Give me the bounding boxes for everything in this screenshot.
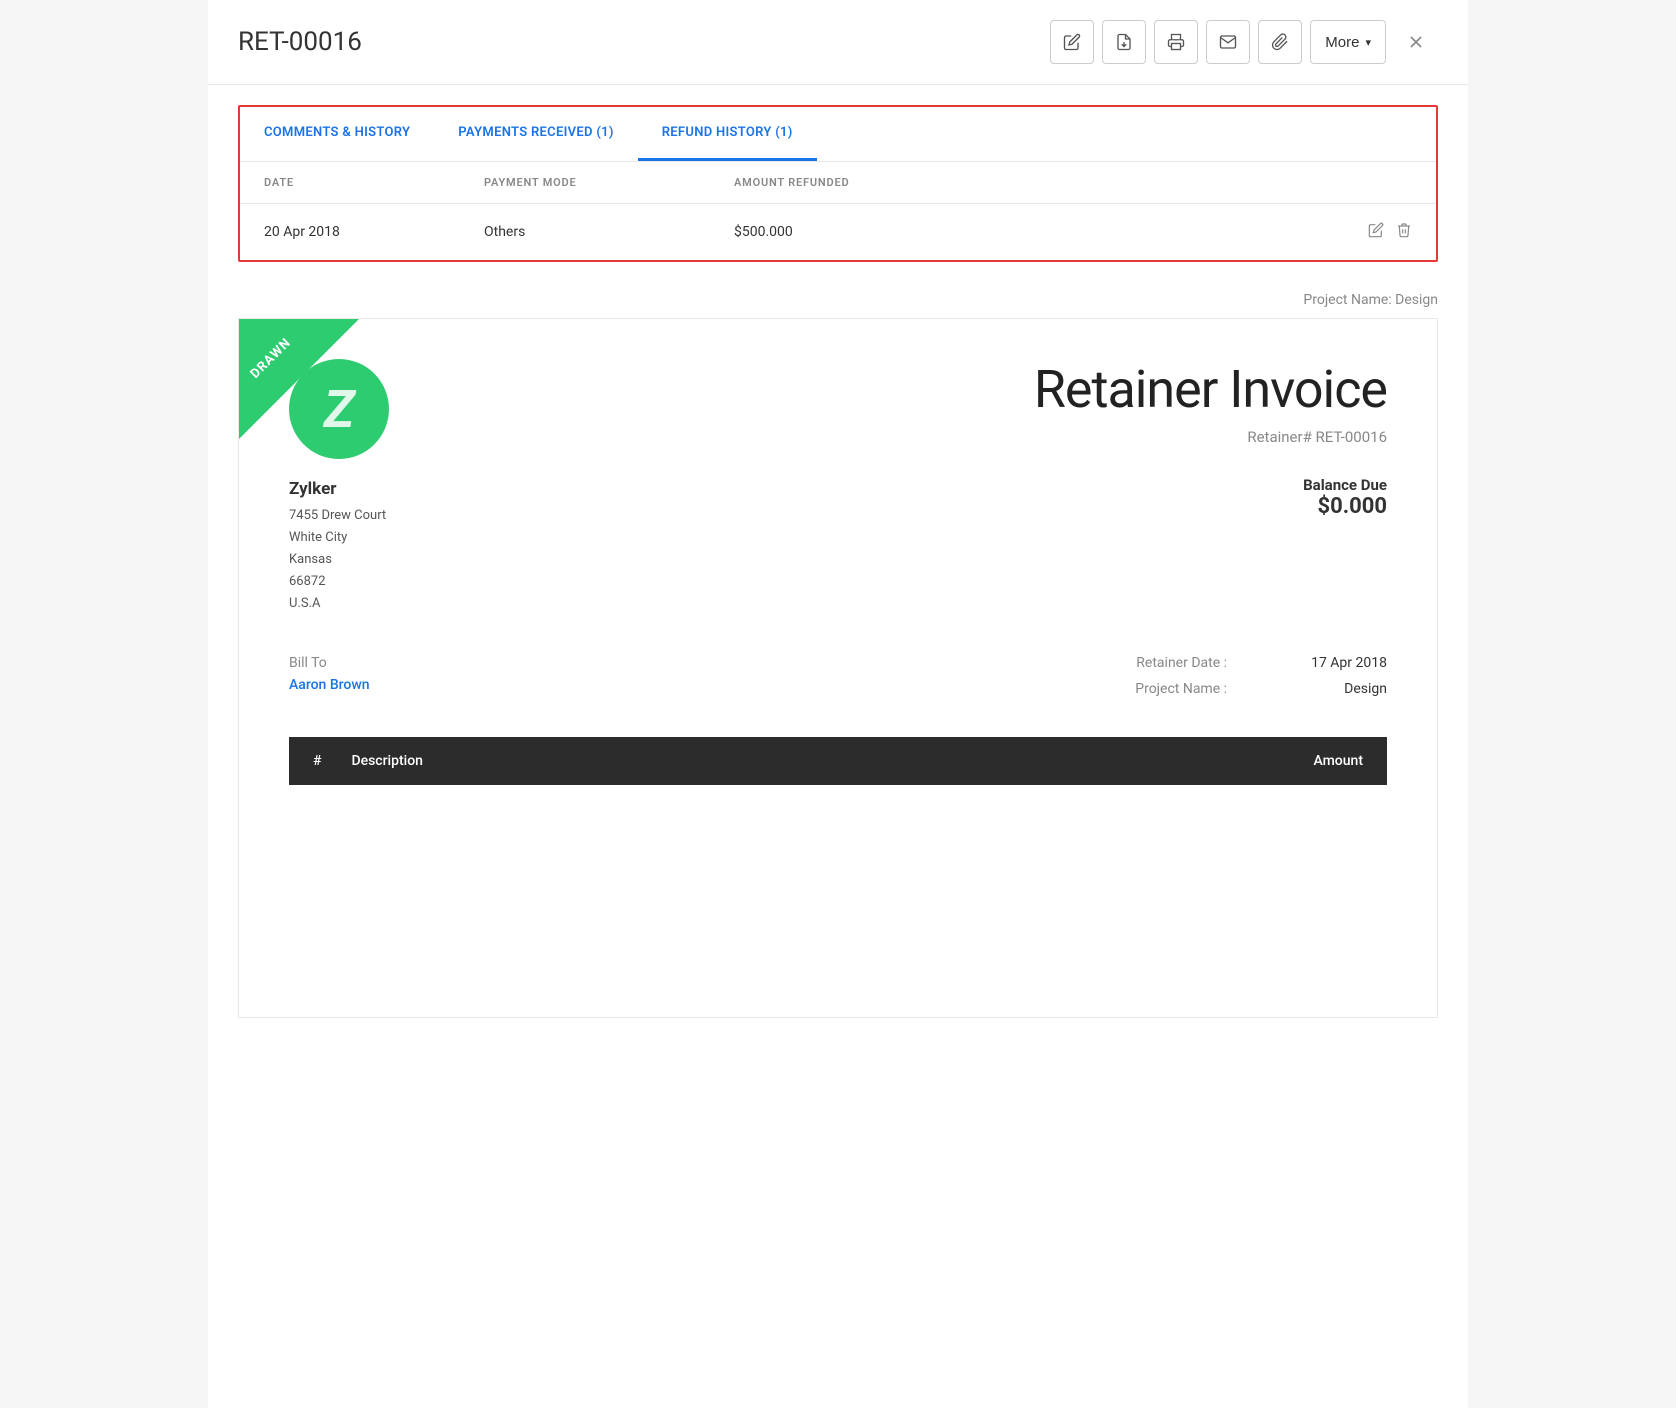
more-label: More xyxy=(1325,34,1359,51)
col-actions xyxy=(1034,176,1412,189)
invoice-meta: Retainer Date : 17 Apr 2018 Project Name… xyxy=(1135,655,1387,707)
table-description: Description xyxy=(351,753,423,769)
col-amount-refunded: AMOUNT REFUNDED xyxy=(734,176,1034,189)
project-name-label: Project Name : xyxy=(1135,681,1227,697)
invoice-table-header: # Description Amount xyxy=(289,737,1387,785)
page-header: RET-00016 xyxy=(208,0,1468,85)
invoice-area: Project Name: Design Drawn Z Zylker 7455… xyxy=(238,292,1438,1018)
invoice-main-title: Retainer Invoice xyxy=(1034,359,1387,420)
col-payment-mode: PAYMENT MODE xyxy=(484,176,734,189)
tab-comments[interactable]: COMMENTS & HISTORY xyxy=(240,107,434,161)
close-button[interactable] xyxy=(1394,20,1438,64)
bill-info-section: Bill To Aaron Brown Retainer Date : 17 A… xyxy=(289,655,1387,707)
invoice-document: Drawn Z Zylker 7455 Drew Court White Cit… xyxy=(238,318,1438,1018)
cell-payment-mode: Others xyxy=(484,224,734,240)
invoice-header: Z Zylker 7455 Drew Court White City Kans… xyxy=(289,359,1387,615)
retainer-number: Retainer# RET-00016 xyxy=(1034,428,1387,446)
table-row: 20 Apr 2018 Others $500.000 xyxy=(240,204,1436,260)
cell-date: 20 Apr 2018 xyxy=(264,224,484,240)
meta-row-project: Project Name : Design xyxy=(1135,681,1387,697)
print-button[interactable] xyxy=(1154,20,1198,64)
balance-due-amount: $0.000 xyxy=(1034,494,1387,519)
bill-to-name[interactable]: Aaron Brown xyxy=(289,677,370,693)
col-date: DATE xyxy=(264,176,484,189)
address-line5: U.S.A xyxy=(289,593,386,615)
balance-due-label: Balance Due xyxy=(1034,476,1387,494)
page-title: RET-00016 xyxy=(238,27,362,57)
balance-section: Balance Due $0.000 xyxy=(1034,476,1387,519)
address-line4: 66872 xyxy=(289,571,386,593)
tab-refund[interactable]: REFUND HISTORY (1) xyxy=(638,107,817,161)
download-button[interactable] xyxy=(1102,20,1146,64)
delete-row-icon[interactable] xyxy=(1396,222,1412,242)
refund-table-header: DATE PAYMENT MODE AMOUNT REFUNDED xyxy=(240,162,1436,204)
ribbon-corner: Drawn xyxy=(239,319,359,439)
tabs-section: COMMENTS & HISTORY PAYMENTS RECEIVED (1)… xyxy=(238,105,1438,262)
table-amount: Amount xyxy=(1313,753,1363,769)
attach-button[interactable] xyxy=(1258,20,1302,64)
address-line2: White City xyxy=(289,527,386,549)
tab-payments[interactable]: PAYMENTS RECEIVED (1) xyxy=(434,107,637,161)
chevron-down-icon: ▾ xyxy=(1365,36,1371,49)
project-name-value: Design xyxy=(1267,681,1387,697)
more-button[interactable]: More ▾ xyxy=(1310,20,1386,64)
company-address: 7455 Drew Court White City Kansas 66872 … xyxy=(289,505,386,615)
ribbon-text: Drawn xyxy=(239,319,312,399)
edit-row-icon[interactable] xyxy=(1368,222,1384,242)
retainer-date-label: Retainer Date : xyxy=(1136,655,1227,671)
address-line3: Kansas xyxy=(289,549,386,571)
address-line1: 7455 Drew Court xyxy=(289,505,386,527)
bill-to-section: Bill To Aaron Brown xyxy=(289,655,370,707)
tabs-row: COMMENTS & HISTORY PAYMENTS RECEIVED (1)… xyxy=(240,107,1436,162)
retainer-date-value: 17 Apr 2018 xyxy=(1267,655,1387,671)
cell-amount-refunded: $500.000 xyxy=(734,224,1034,240)
project-name-line: Project Name: Design xyxy=(238,292,1438,308)
header-actions: More ▾ xyxy=(1050,20,1438,64)
invoice-title-section: Retainer Invoice Retainer# RET-00016 Bal… xyxy=(1034,359,1387,519)
edit-button[interactable] xyxy=(1050,20,1094,64)
email-button[interactable] xyxy=(1206,20,1250,64)
bill-to-label: Bill To xyxy=(289,655,370,671)
row-actions xyxy=(1034,222,1412,242)
company-name: Zylker xyxy=(289,479,336,499)
table-hash: # xyxy=(313,753,321,769)
meta-row-date: Retainer Date : 17 Apr 2018 xyxy=(1135,655,1387,671)
